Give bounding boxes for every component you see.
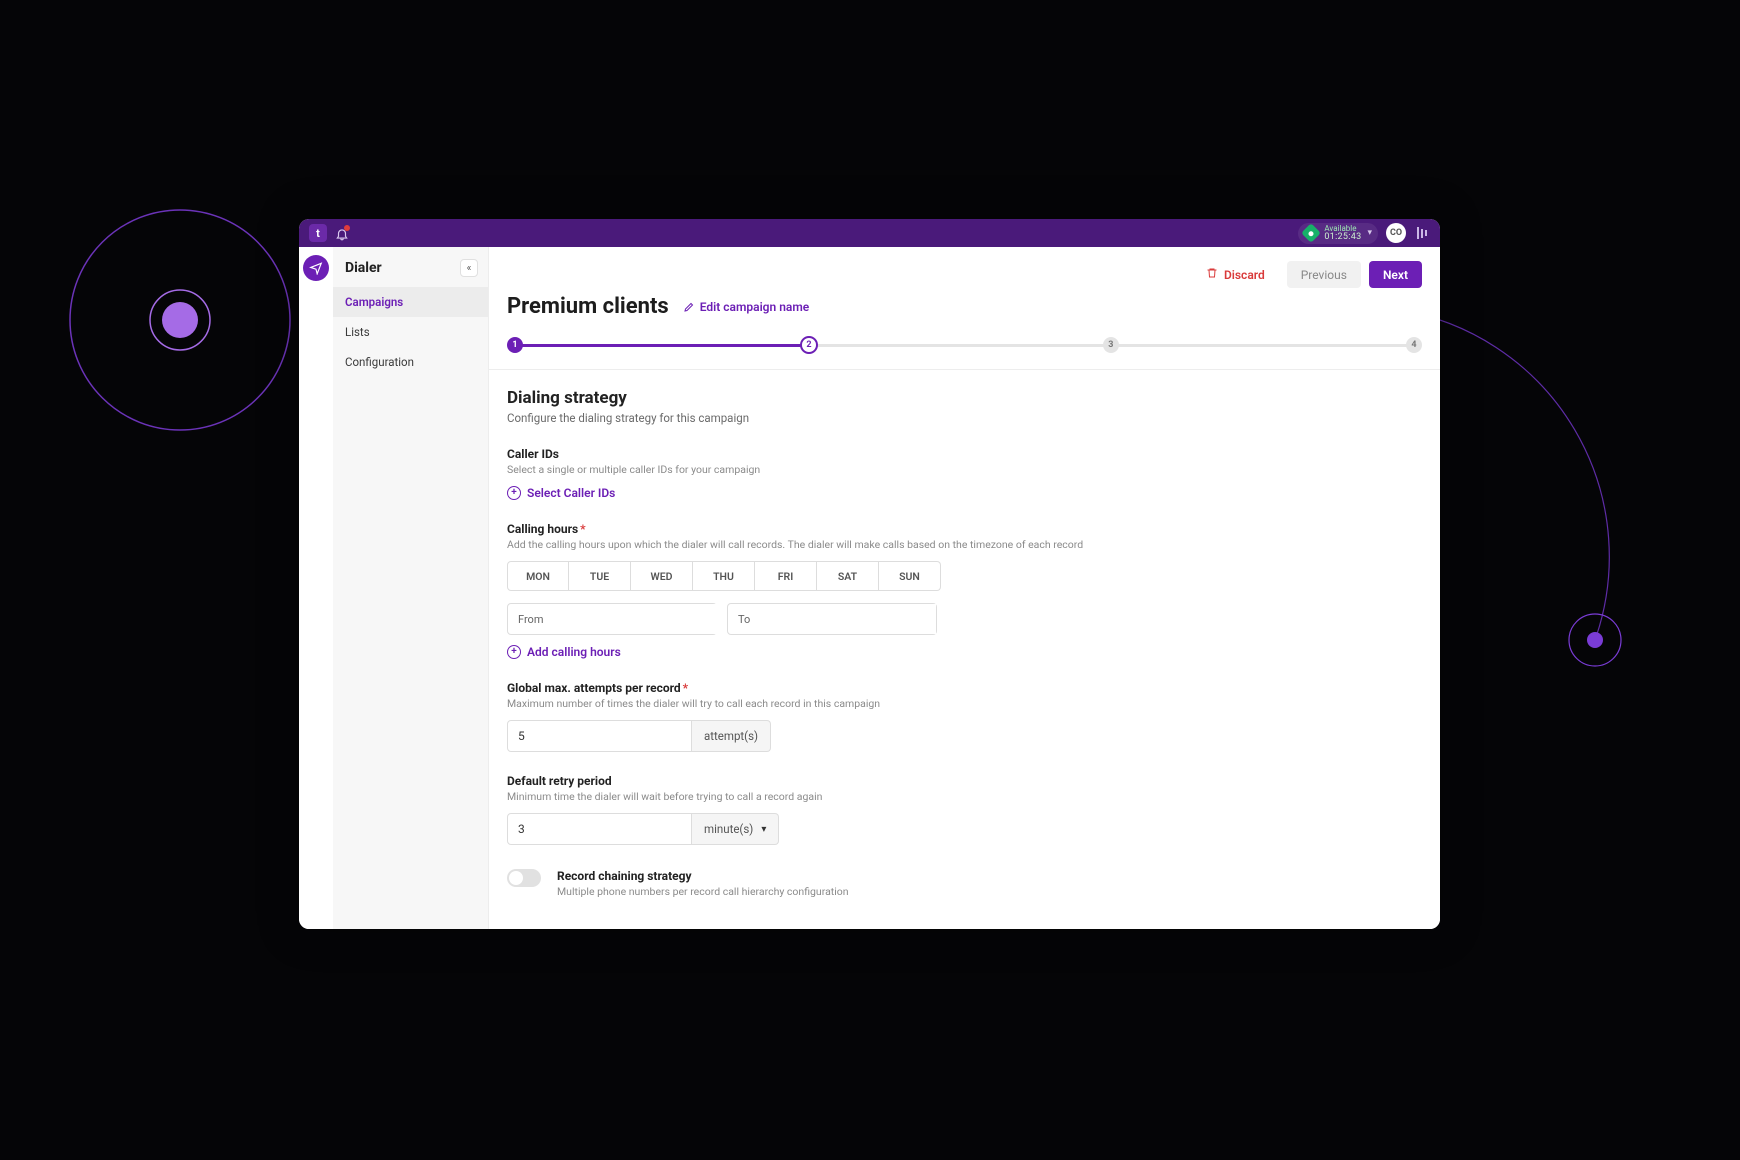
chevron-down-icon: ▾	[1367, 228, 1372, 238]
select-caller-ids-label: Select Caller IDs	[527, 486, 615, 500]
caller-ids-label: Caller IDs	[507, 447, 1422, 461]
record-chaining-title: Record chaining strategy	[557, 869, 849, 883]
edit-campaign-label: Edit campaign name	[700, 300, 810, 314]
pencil-icon	[683, 301, 695, 313]
agent-status[interactable]: Available 01:25:43 ▾	[1298, 223, 1378, 244]
day-fri[interactable]: FRI	[755, 561, 817, 591]
select-caller-ids-button[interactable]: + Select Caller IDs	[507, 486, 615, 500]
day-sun[interactable]: SUN	[879, 561, 941, 591]
sidebar-item-configuration[interactable]: Configuration	[333, 347, 488, 377]
next-button[interactable]: Next	[1369, 261, 1422, 288]
retry-help: Minimum time the dialer will wait before…	[507, 790, 1422, 803]
collapse-sidebar-icon[interactable]: «	[460, 259, 478, 277]
from-label: From	[508, 613, 554, 626]
trash-icon	[1206, 267, 1218, 282]
add-calling-hours-label: Add calling hours	[527, 645, 621, 659]
sidebar: Dialer « Campaigns Lists Configuration	[333, 247, 489, 929]
previous-button[interactable]: Previous	[1287, 261, 1361, 288]
status-timer: 01:25:43	[1324, 233, 1361, 242]
plus-circle-icon: +	[507, 645, 521, 659]
attempts-suffix: attempt(s)	[692, 720, 771, 752]
step-1[interactable]: 1	[507, 337, 523, 353]
sidebar-item-campaigns[interactable]: Campaigns	[333, 287, 488, 317]
caller-ids-help: Select a single or multiple caller IDs f…	[507, 463, 1422, 476]
day-selector: MON TUE WED THU FRI SAT SUN	[507, 561, 1422, 591]
from-time-input[interactable]	[554, 604, 726, 634]
day-mon[interactable]: MON	[507, 561, 569, 591]
avatar[interactable]: CO	[1386, 223, 1406, 243]
section-heading: Dialing strategy	[507, 388, 1422, 408]
max-attempts-input[interactable]	[507, 720, 692, 752]
to-time-field: To	[727, 603, 937, 635]
retry-unit-label: minute(s)	[704, 822, 753, 836]
dialer-icon[interactable]	[303, 255, 329, 281]
to-label: To	[728, 613, 761, 626]
record-chaining-sub: Multiple phone numbers per record call h…	[557, 885, 849, 898]
topbar: t Available 01:25:43 ▾ CO	[299, 219, 1440, 247]
to-time-input[interactable]	[761, 604, 936, 634]
side-panel-icon[interactable]	[1414, 225, 1430, 241]
main-panel: Discard Previous Next Premium clients Ed…	[489, 247, 1440, 929]
step-3[interactable]: 3	[1103, 337, 1119, 353]
calling-hours-help: Add the calling hours upon which the dia…	[507, 538, 1422, 551]
section-subheading: Configure the dialing strategy for this …	[507, 411, 1422, 425]
chevron-down-icon: ▾	[761, 824, 766, 835]
discard-label: Discard	[1224, 268, 1265, 282]
day-sat[interactable]: SAT	[817, 561, 879, 591]
calling-hours-label: Calling hours*	[507, 522, 1422, 536]
sidebar-item-lists[interactable]: Lists	[333, 317, 488, 347]
max-attempts-label: Global max. attempts per record*	[507, 681, 1422, 695]
day-thu[interactable]: THU	[693, 561, 755, 591]
day-tue[interactable]: TUE	[569, 561, 631, 591]
app-logo[interactable]: t	[309, 224, 327, 242]
from-time-field: From	[507, 603, 717, 635]
status-available-icon	[1301, 223, 1321, 243]
discard-button[interactable]: Discard	[1192, 261, 1279, 288]
record-chaining-toggle[interactable]	[507, 869, 541, 887]
decorative-orbit-left	[60, 190, 320, 450]
app-window: t Available 01:25:43 ▾ CO	[299, 219, 1440, 929]
max-attempts-help: Maximum number of times the dialer will …	[507, 697, 1422, 710]
notifications-badge	[344, 225, 350, 231]
wizard-stepper: 1 2 3 4	[507, 333, 1422, 357]
page-title: Premium clients	[507, 294, 669, 319]
retry-label: Default retry period	[507, 774, 1422, 788]
add-calling-hours-button[interactable]: + Add calling hours	[507, 645, 621, 659]
plus-circle-icon: +	[507, 486, 521, 500]
retry-unit-select[interactable]: minute(s) ▾	[692, 813, 779, 845]
nav-rail	[299, 247, 333, 929]
step-4[interactable]: 4	[1406, 337, 1422, 353]
retry-input[interactable]	[507, 813, 692, 845]
day-wed[interactable]: WED	[631, 561, 693, 591]
edit-campaign-name-link[interactable]: Edit campaign name	[683, 300, 810, 314]
sidebar-title: Dialer	[345, 260, 382, 276]
step-2[interactable]: 2	[800, 336, 818, 354]
notifications-icon[interactable]	[335, 226, 349, 240]
